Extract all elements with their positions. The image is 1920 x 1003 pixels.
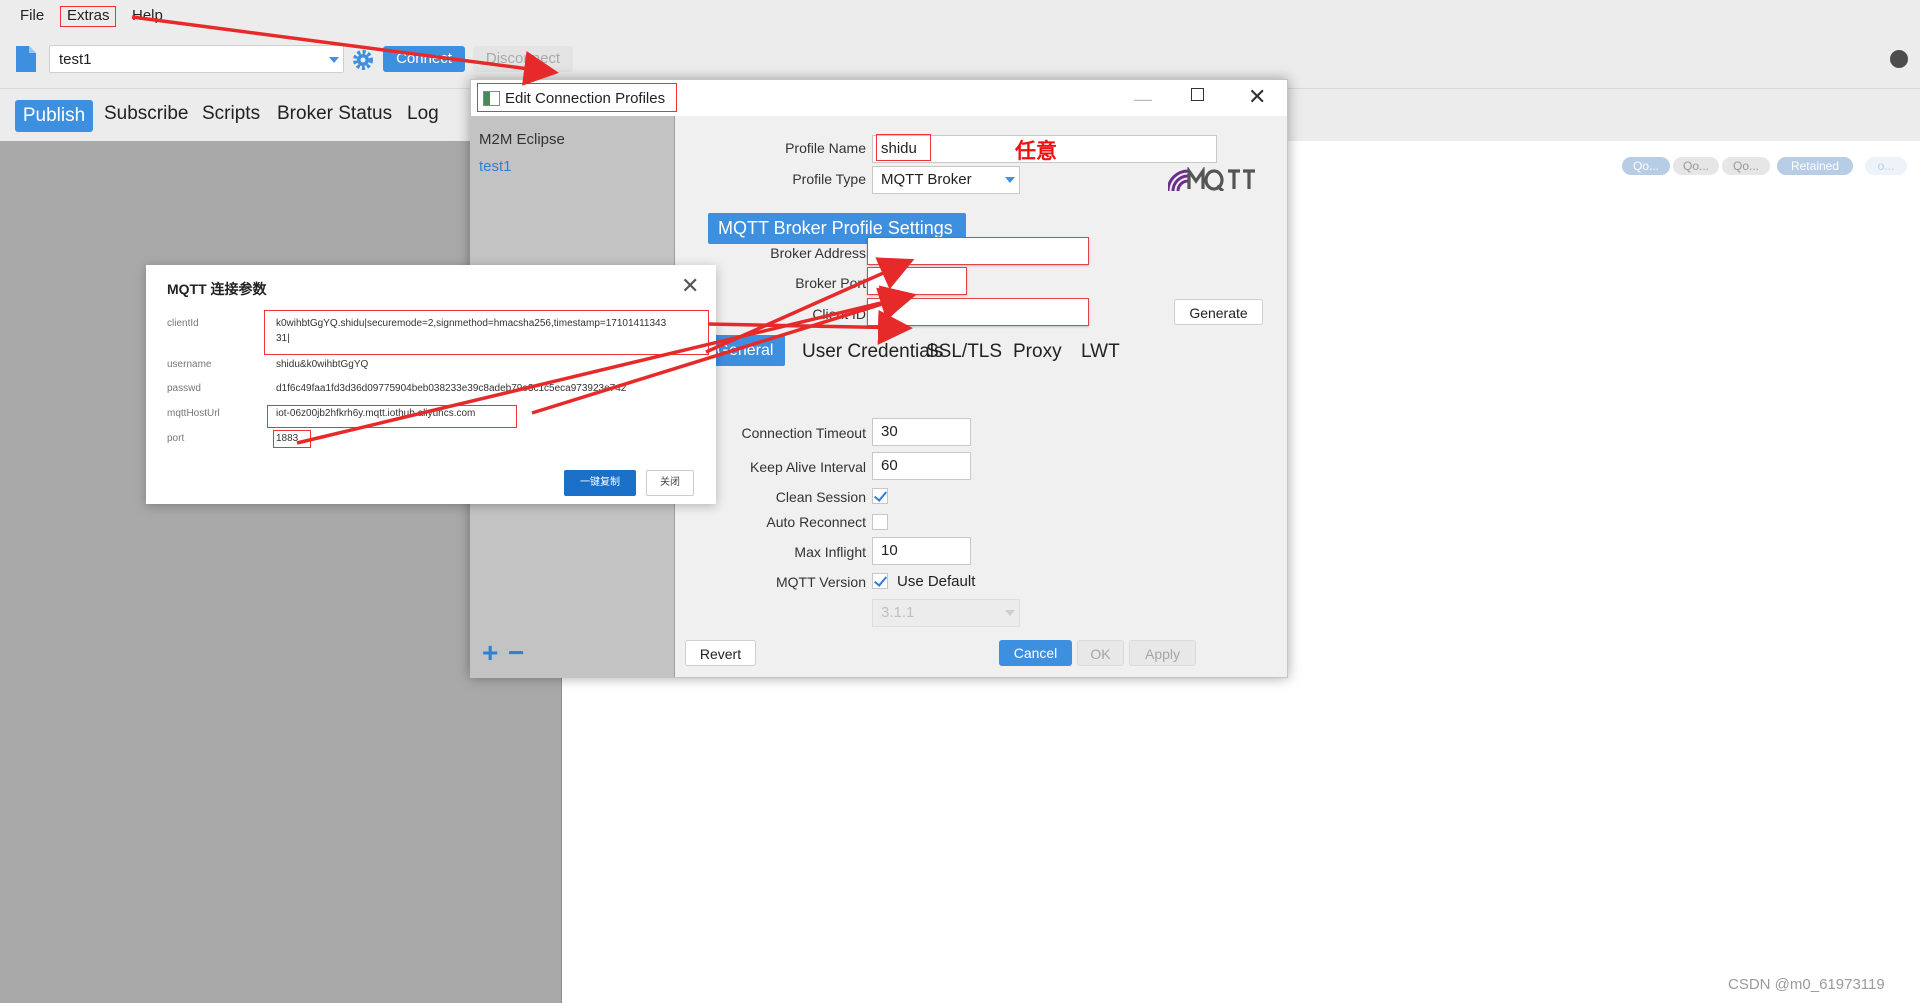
retained-button[interactable]: Retained — [1777, 157, 1853, 175]
use-default-label: Use Default — [897, 573, 976, 590]
tab-publish[interactable]: Publish — [15, 100, 93, 132]
max-inflight-label: Max Inflight — [794, 544, 866, 560]
menu-file[interactable]: File — [20, 7, 44, 24]
connection-timeout-value: 30 — [881, 423, 898, 440]
connect-button[interactable]: Connect — [383, 46, 465, 72]
broker-address-input[interactable] — [867, 237, 1089, 265]
close-icon[interactable]: ✕ — [681, 273, 699, 299]
username-param-label: username — [167, 359, 212, 370]
passwd-param-label: passwd — [167, 383, 201, 394]
subtab-lwt[interactable]: LWT — [1081, 341, 1120, 363]
options-button[interactable]: o... — [1865, 157, 1907, 175]
generate-button[interactable]: Generate — [1174, 299, 1263, 325]
host-param-label: mqttHostUrl — [167, 408, 220, 419]
annotation-box-extras — [60, 6, 116, 27]
annotation-box-port — [273, 430, 311, 448]
profile-select[interactable]: test1 — [49, 45, 344, 73]
chevron-down-icon — [1005, 610, 1015, 616]
remove-profile-button[interactable]: − — [508, 639, 524, 667]
client-id-input[interactable] — [867, 298, 1089, 326]
annotation-note: 任意 — [1015, 140, 1057, 163]
profile-settings-pane: Profile Name shidu Profile Type MQTT Bro… — [675, 116, 1287, 677]
menu-help[interactable]: Help — [132, 7, 163, 24]
port-param-label: port — [167, 433, 185, 444]
qos0-button[interactable]: Qo... — [1622, 157, 1670, 175]
use-default-checkbox[interactable] — [872, 573, 888, 589]
subtab-general[interactable]: General — [705, 335, 785, 366]
ok-button[interactable]: OK — [1077, 640, 1124, 666]
passwd-param-value: d1f6c49faa1fd3d36d09775904beb038233e39c8… — [276, 383, 627, 394]
annotation-box-client-id — [264, 310, 709, 355]
copy-all-button[interactable]: 一键复制 — [564, 470, 636, 496]
clean-session-checkbox[interactable] — [872, 488, 888, 504]
broker-port-input[interactable] — [867, 267, 967, 295]
gear-icon[interactable] — [351, 48, 375, 72]
chevron-down-icon — [1005, 177, 1015, 183]
mqtt-logo — [1168, 167, 1255, 191]
checkmark-icon — [873, 488, 888, 502]
mqtt-params-popup: MQTT 连接参数 ✕ clientId k0wihbtGgYQ.shidu|s… — [146, 265, 716, 504]
close-icon[interactable]: ✕ — [1248, 84, 1266, 110]
dialog-titlebar: Edit Connection Profiles — ✕ — [471, 80, 1287, 116]
subtab-ssl-tls[interactable]: SSL/TLS — [926, 341, 1002, 363]
client-id-param-label: clientId — [167, 318, 199, 329]
watermark: CSDN @m0_61973119 — [1728, 976, 1885, 993]
annotation-box-host — [267, 405, 517, 428]
auto-reconnect-checkbox[interactable] — [872, 514, 888, 530]
profile-name-label: Profile Name — [785, 140, 866, 156]
tab-log[interactable]: Log — [407, 103, 439, 125]
popup-title: MQTT 连接参数 — [167, 281, 267, 297]
subtab-user-credentials[interactable]: User Credentials — [802, 341, 944, 363]
profile-select-value: test1 — [59, 51, 92, 68]
annotation-box-title — [477, 83, 677, 112]
disconnect-button[interactable]: Disconnect — [473, 46, 573, 72]
profile-type-select[interactable]: MQTT Broker — [872, 166, 1020, 194]
tab-broker-status[interactable]: Broker Status — [277, 103, 392, 125]
max-inflight-value: 10 — [881, 542, 898, 559]
tab-scripts[interactable]: Scripts — [202, 103, 260, 125]
menu-bar: File Extras Help — [0, 0, 1920, 32]
qos1-button[interactable]: Qo... — [1673, 157, 1719, 175]
popup-close-button[interactable]: 关闭 — [646, 470, 694, 496]
profile-item-test1[interactable]: test1 — [479, 158, 512, 175]
tab-subscribe[interactable]: Subscribe — [104, 103, 189, 125]
profile-type-value: MQTT Broker — [881, 171, 972, 188]
keep-alive-input[interactable]: 60 — [872, 452, 971, 480]
minimize-icon[interactable]: — — [1134, 89, 1152, 110]
mqtt-version-value: 3.1.1 — [881, 604, 915, 621]
checkmark-icon — [873, 573, 888, 587]
maximize-icon[interactable] — [1191, 88, 1204, 101]
max-inflight-input[interactable]: 10 — [872, 537, 971, 565]
revert-button[interactable]: Revert — [685, 640, 756, 666]
username-param-value: shidu&k0wihbtGgYQ — [276, 359, 369, 370]
cancel-button[interactable]: Cancel — [999, 640, 1072, 666]
broker-address-label: Broker Address — [770, 245, 866, 261]
chevron-down-icon — [329, 57, 339, 63]
mqtt-version-select[interactable]: 3.1.1 — [872, 599, 1020, 627]
profile-type-label: Profile Type — [792, 171, 866, 187]
mqtt-version-label: MQTT Version — [776, 574, 866, 590]
annotation-box-profile-name — [876, 134, 931, 161]
apply-button[interactable]: Apply — [1129, 640, 1196, 666]
auto-reconnect-label: Auto Reconnect — [766, 514, 866, 530]
connection-status-icon — [1890, 50, 1908, 68]
connection-timeout-input[interactable]: 30 — [872, 418, 971, 446]
qos2-button[interactable]: Qo... — [1722, 157, 1770, 175]
subtab-proxy[interactable]: Proxy — [1013, 341, 1062, 363]
profile-item-m2m-eclipse[interactable]: M2M Eclipse — [479, 131, 565, 148]
add-profile-button[interactable]: + — [482, 639, 498, 667]
keep-alive-value: 60 — [881, 457, 898, 474]
document-icon — [16, 46, 36, 72]
